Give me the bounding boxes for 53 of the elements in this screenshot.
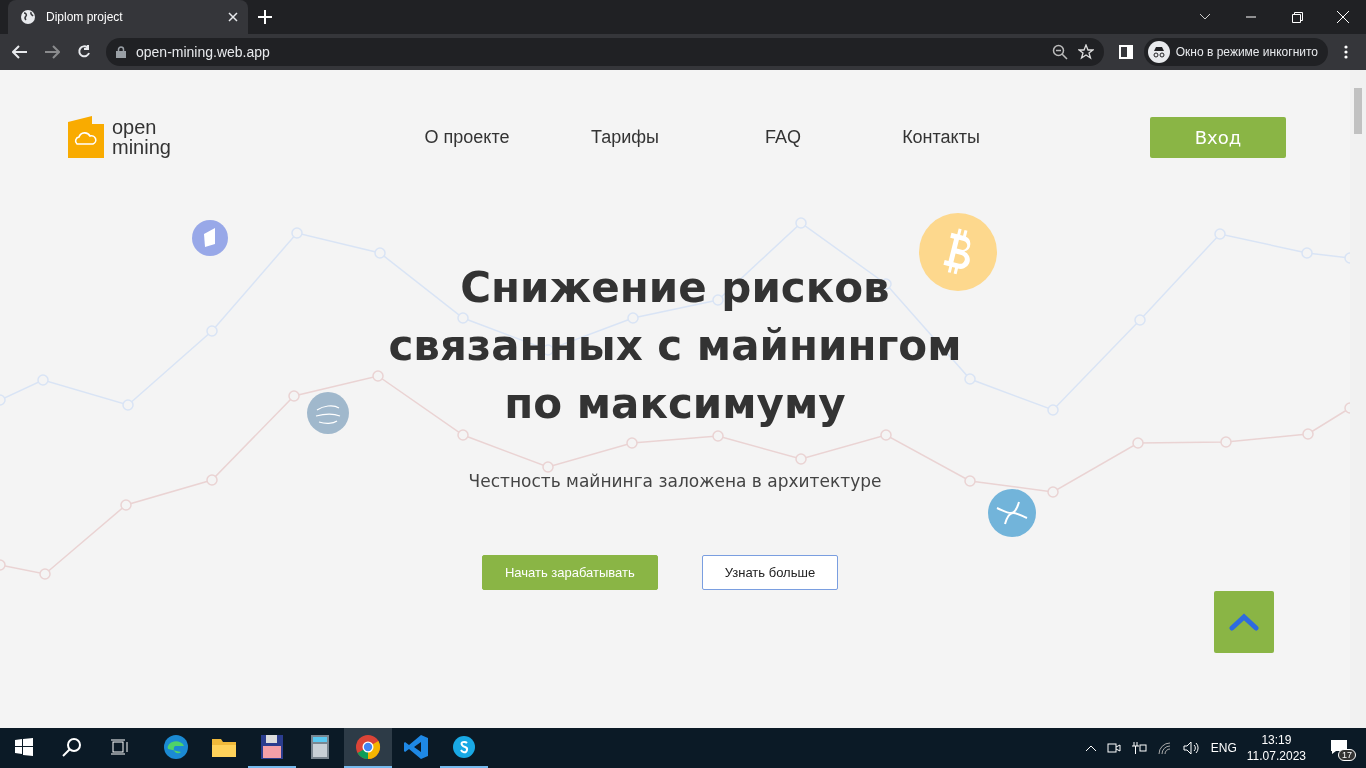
back-arrow-icon[interactable] [12,45,28,59]
folder-icon [211,736,237,758]
ripple-coin-icon [988,489,1036,537]
tab-title: Diplom project [46,10,124,24]
browser-icon [163,734,189,760]
clock[interactable]: 13:19 11.07.2023 [1246,732,1306,764]
close-icon[interactable] [228,12,238,22]
chat-app-icon [452,735,476,759]
hero-subtitle: Честность майнинга заложена в архитектуре [468,471,882,491]
windows-start-icon[interactable] [15,738,33,756]
chevron-up-icon [1229,613,1259,631]
coin-icon [192,220,228,256]
notification-count[interactable]: 17 [1338,749,1356,761]
star-icon[interactable] [1077,44,1094,60]
globe-coin-icon [307,392,349,434]
nav-link[interactable]: Контакты [862,126,1020,148]
hero-title: Снижение рисков [460,262,890,314]
language-indicator[interactable]: ENG [1210,741,1237,755]
browser-tab[interactable]: Diplom project [8,0,248,34]
camera-icon[interactable] [1106,741,1121,755]
logo-icon [68,116,104,158]
search-icon[interactable] [62,737,82,757]
more-menu-icon[interactable] [1344,45,1348,59]
chrome-icon [355,734,381,760]
nav-link[interactable]: FAQ [704,126,862,148]
code-editor-icon [403,734,429,760]
address-bar[interactable]: open-mining.web.app [106,38,1104,66]
wifi-icon[interactable] [1156,741,1173,755]
incognito-icon [1147,41,1170,63]
power-plug-icon[interactable] [1130,742,1147,754]
calculator-icon [310,734,330,760]
hero-title: по максимуму [504,378,846,430]
task-view-icon[interactable] [111,739,129,755]
nav-link[interactable]: О проекте [388,126,546,148]
reload-icon[interactable] [76,44,92,60]
bitcoin-icon [919,213,997,291]
restore-icon[interactable] [1291,11,1303,23]
nav-link[interactable]: Тарифы [546,126,704,148]
new-tab-icon[interactable] [258,10,272,24]
hero-title: связанных с майнингом [388,320,962,372]
zoom-out-icon[interactable] [1051,44,1068,60]
learn-more-button[interactable]: Узнать больше [701,555,839,590]
side-panel-icon[interactable] [1118,45,1133,59]
logo-text: mining [112,137,171,157]
incognito-indicator[interactable]: Окно в режиме инкогнито [1143,38,1328,66]
chevron-up-icon[interactable] [1084,744,1097,752]
speaker-icon[interactable] [1182,741,1201,755]
lock-icon [116,46,126,58]
url-text: open-mining.web.app [136,44,271,60]
globe-icon [20,9,36,25]
chevron-down-icon[interactable] [1199,13,1211,21]
forward-arrow-icon[interactable] [44,45,60,59]
incognito-label: Окно в режиме инкогнито [1175,45,1318,59]
